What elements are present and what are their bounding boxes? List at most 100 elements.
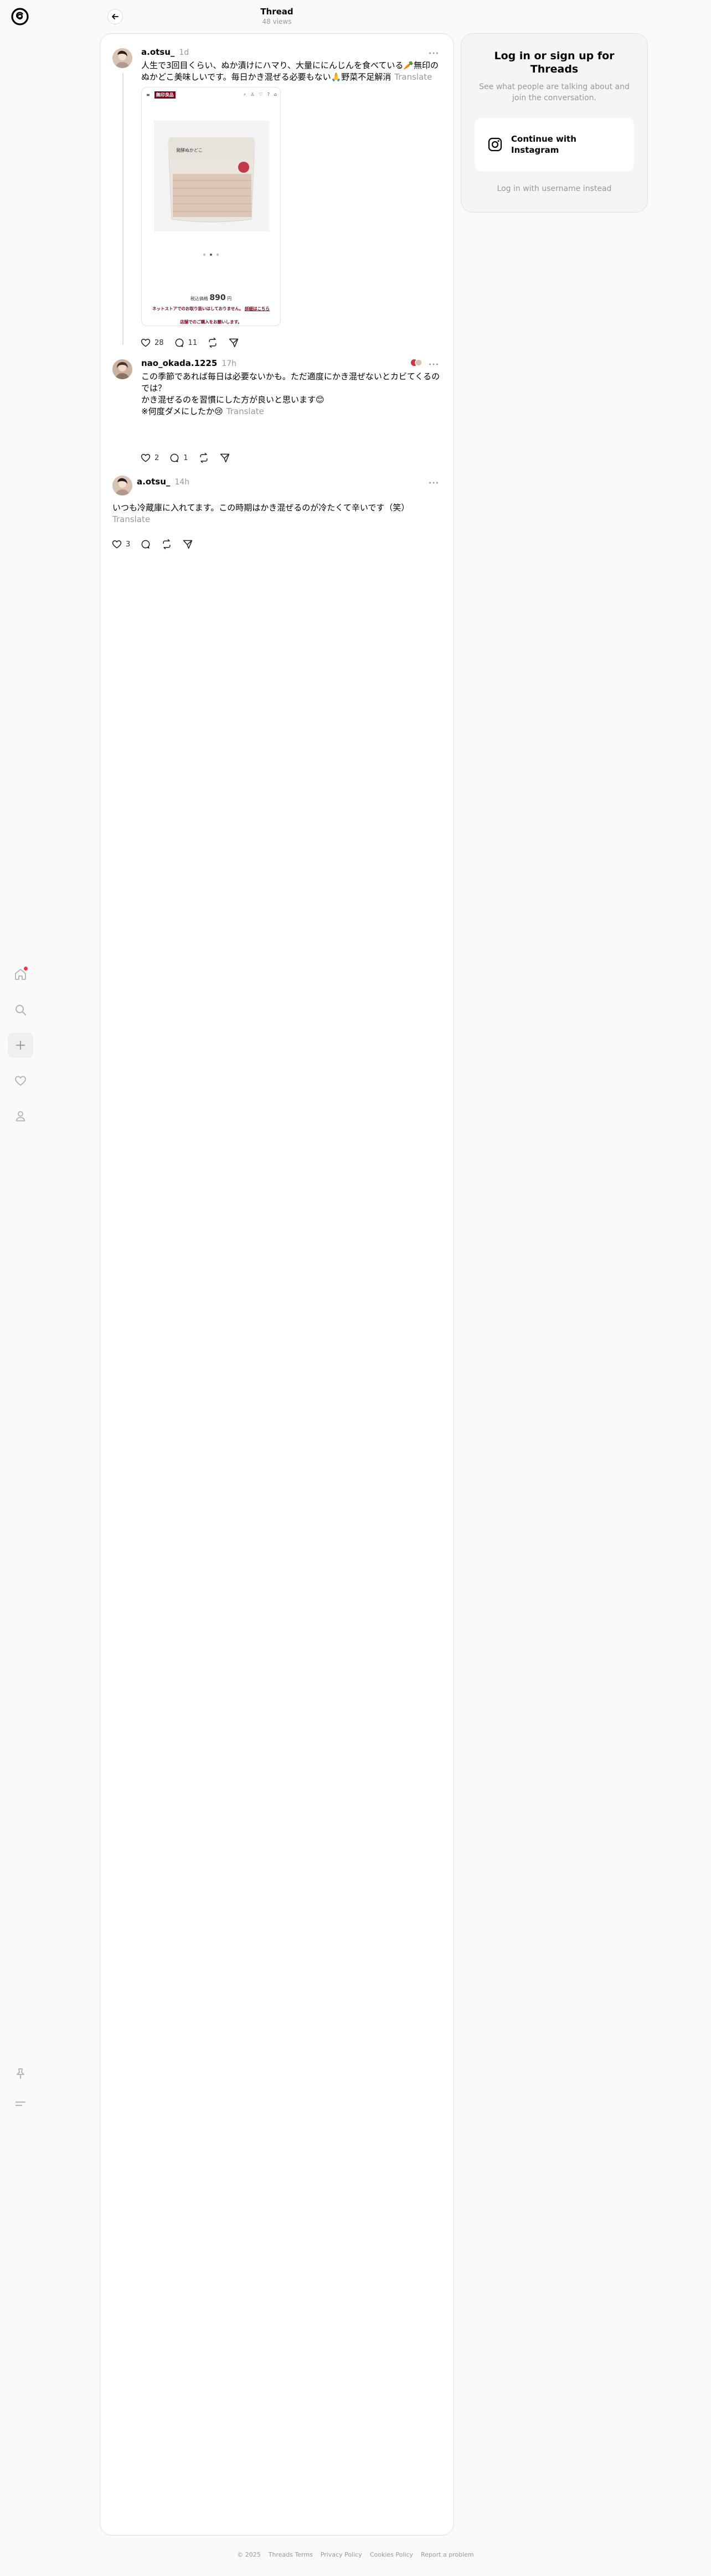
heart-icon (112, 540, 122, 549)
send-icon (220, 453, 229, 463)
product-label: 発酵ぬかどこ (176, 148, 203, 153)
translate-link[interactable]: Translate (394, 72, 432, 82)
like-count: 28 (154, 338, 164, 347)
share-button[interactable] (228, 337, 239, 348)
comment-icon (170, 453, 179, 462)
post-body: 人生で3回目くらい、ぬか漬けにハマり、大量ににんじんを食べている🥕無印のぬかどこ… (141, 60, 440, 83)
price-label: 税込価格 (190, 296, 208, 301)
repost-button[interactable] (207, 337, 218, 348)
footer-link-report[interactable]: Report a problem (421, 2551, 474, 2558)
post-body: この季節であれば毎日は必要ないかも。ただ適度にかき混ぜないとカビてくるのでは？ … (141, 371, 440, 417)
like-button[interactable]: 28 (140, 337, 164, 348)
view-count: 48 views (262, 18, 292, 25)
post-header: nao_okada.1225 17h (141, 358, 236, 368)
pin-icon[interactable] (8, 2061, 33, 2087)
post-body: いつも冷蔵庫に入れてます。この時期はかき混ぜるのが冷たくて辛いです（笑） Tran… (112, 502, 445, 525)
more-options-icon[interactable] (427, 359, 440, 369)
username[interactable]: nao_okada.1225 (141, 358, 217, 368)
post-text: いつも冷蔵庫に入れてます。この時期はかき混ぜるのが冷たくて辛いです（笑） (112, 503, 410, 513)
post-image[interactable]: ≡ 無印良品 ⌕ ♙ ♡ ? ⌂ 発酵ぬかどこ 税込価格 890 円 ネットスト… (141, 87, 281, 326)
reply-button[interactable] (140, 539, 151, 550)
comment-icon (141, 540, 150, 549)
carousel-dots (142, 254, 280, 256)
notification-dot (24, 967, 28, 970)
help-icon: ? (267, 92, 270, 97)
login-with-username-link[interactable]: Log in with username instead (461, 184, 647, 193)
avatar[interactable] (112, 359, 132, 379)
translate-link[interactable]: Translate (226, 406, 264, 416)
heart-icon (141, 453, 151, 462)
post-actions: 3 (111, 538, 193, 551)
search-icon[interactable] (8, 997, 33, 1023)
price-value: 890 (209, 293, 226, 302)
comment-icon (175, 338, 183, 347)
menu-icon: ≡ (146, 92, 150, 97)
post-actions: 28 11 (140, 336, 239, 349)
like-button[interactable]: 3 (111, 539, 130, 550)
product-photo: 発酵ぬかどこ (154, 121, 269, 231)
login-subtitle: See what people are talking about and jo… (479, 82, 630, 102)
create-icon[interactable] (8, 1033, 33, 1058)
post-time[interactable]: 1d (179, 48, 189, 57)
reaction-avatars (410, 358, 423, 367)
post-time[interactable]: 17h (221, 359, 236, 368)
more-options-icon[interactable] (427, 478, 440, 488)
footer-link-cookies[interactable]: Cookies Policy (370, 2551, 413, 2558)
reply-count: 1 (183, 453, 188, 462)
post-actions: 2 1 (140, 451, 230, 464)
profile-icon[interactable] (8, 1103, 33, 1129)
net-store-note: ネットストアでのお取り扱いはしておりません。 詳細はこちら (145, 306, 277, 312)
thread-column: a.otsu_ 1d 人生で3回目くらい、ぬか漬けにハマり、大量ににんじんを食べ… (100, 33, 454, 2536)
price-row: 税込価格 890 円 (142, 293, 280, 302)
login-title: Log in or sign up for Threads (494, 50, 615, 75)
like-button[interactable]: 2 (140, 452, 159, 463)
copyright: © 2025 (237, 2551, 261, 2558)
username[interactable]: a.otsu_ (137, 477, 170, 487)
post-time[interactable]: 14h (174, 478, 189, 487)
share-button[interactable] (182, 539, 193, 550)
heart-icon (141, 338, 151, 347)
left-nav-rail (0, 0, 40, 2576)
shop-icons: ⌕ ♙ ♡ ? ⌂ (244, 92, 277, 97)
post-text: この季節であれば毎日は必要ないかも。ただ適度にかき混ぜないとカビてくるのでは？ … (141, 371, 440, 416)
send-icon (183, 540, 193, 549)
cart-icon: ⌂ (274, 92, 277, 97)
page-title: Thread (260, 7, 293, 17)
reply-button[interactable]: 11 (174, 337, 198, 348)
instagram-button-label: Continue with Instagram (511, 134, 576, 155)
footer-link-privacy[interactable]: Privacy Policy (321, 2551, 362, 2558)
like-count: 2 (154, 453, 159, 462)
home-icon[interactable] (8, 962, 33, 987)
translate-link[interactable]: Translate (112, 514, 150, 524)
heart-icon[interactable] (8, 1068, 33, 1093)
repost-button[interactable] (161, 539, 172, 550)
send-icon (229, 338, 239, 348)
net-note-text: ネットストアでのお取り扱いはしておりません。 (152, 306, 244, 311)
menu-icon[interactable] (8, 2091, 33, 2116)
footer-link-terms[interactable]: Threads Terms (269, 2551, 313, 2558)
thread-header: Thread 48 views (100, 0, 454, 33)
like-count: 3 (126, 540, 131, 549)
repost-icon (163, 539, 171, 550)
instagram-icon (488, 137, 502, 152)
username[interactable]: a.otsu_ (141, 47, 174, 57)
repost-button[interactable] (198, 452, 209, 463)
thread-connector-line (122, 73, 123, 345)
search-icon: ⌕ (243, 92, 246, 97)
login-card: Log in or sign up for Threads See what p… (461, 33, 648, 213)
store-note: 店舗でのご購入をお願いします。 (180, 319, 242, 324)
reply-button[interactable]: 1 (169, 452, 188, 463)
price-unit: 円 (227, 296, 232, 301)
repost-icon (199, 452, 208, 463)
continue-with-instagram-button[interactable]: Continue with Instagram (475, 118, 634, 171)
avatar[interactable] (112, 476, 132, 495)
share-button[interactable] (219, 452, 230, 463)
shop-header-bar: ≡ 無印良品 ⌕ ♙ ♡ ? ⌂ (142, 87, 280, 102)
threads-logo-icon[interactable] (10, 7, 30, 27)
more-options-icon[interactable] (427, 48, 440, 58)
details-link: 詳細はこちら (244, 306, 270, 311)
post-header: a.otsu_ 1d (141, 47, 189, 57)
reply-count: 11 (188, 338, 198, 347)
shop-logo: 無印良品 (154, 91, 176, 99)
avatar[interactable] (112, 48, 132, 68)
